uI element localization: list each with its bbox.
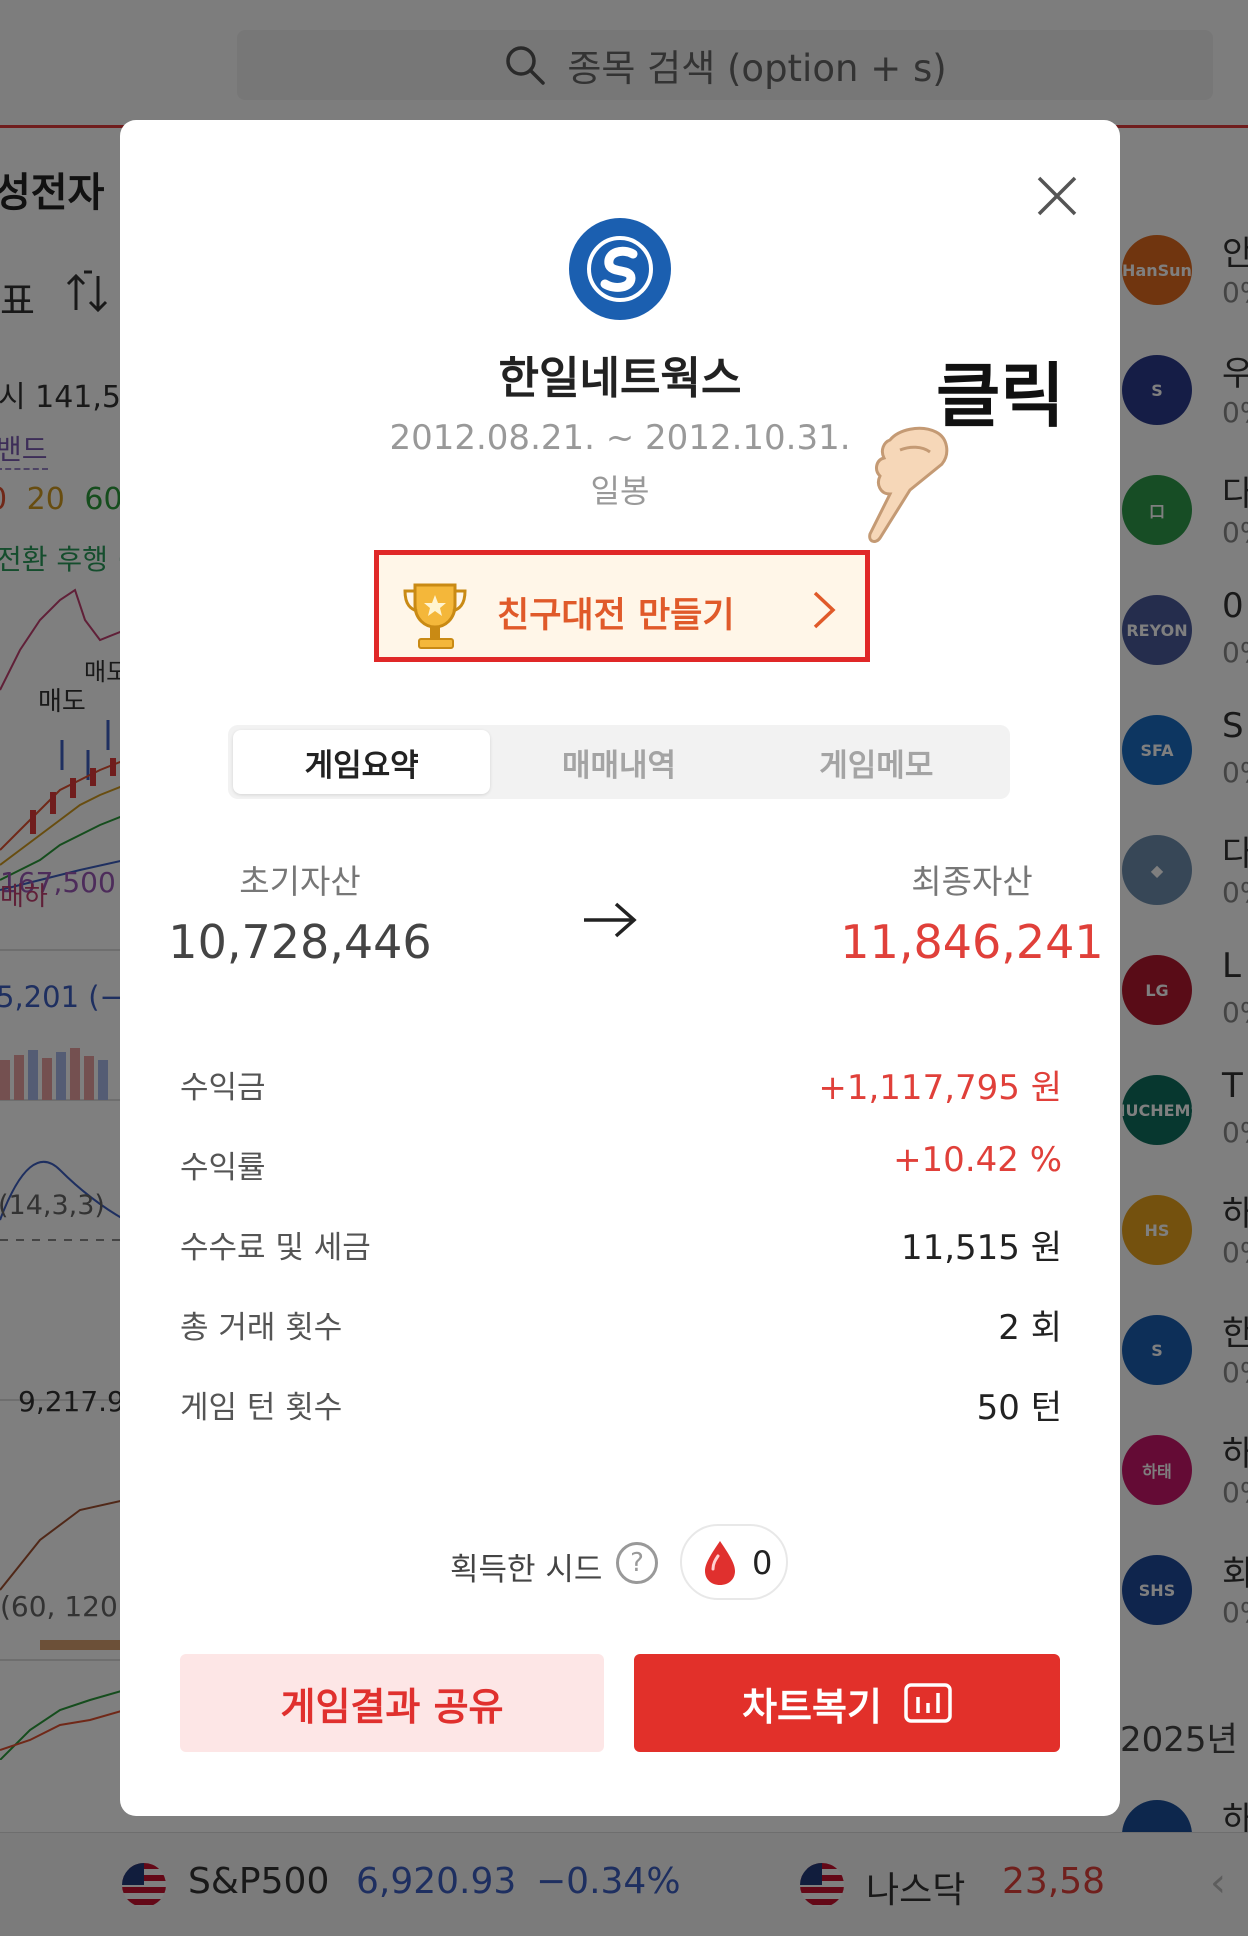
candle-type: 일봉: [590, 472, 650, 510]
friend-battle-label: 친구대전 만들기: [497, 596, 735, 636]
stat-value: +10.42 %: [893, 1140, 1062, 1180]
pointing-hand-icon: [868, 426, 949, 543]
stat-label: 수익금: [180, 1070, 266, 1106]
initial-asset-label: 초기자산: [239, 862, 361, 901]
final-asset-label: 최종자산: [911, 862, 1033, 901]
arrow-right-icon: [584, 902, 637, 938]
stat-profit: 수익금 +1,117,795 원: [180, 1050, 1062, 1130]
tab-game-summary[interactable]: 게임요약: [233, 730, 491, 794]
stat-trade-count: 총 거래 횟수 2 회: [180, 1290, 1062, 1370]
seed-count: 0: [752, 1544, 773, 1582]
final-asset: 최종자산 11,846,241: [792, 855, 1152, 969]
final-asset-value: 11,846,241: [840, 915, 1104, 969]
close-button[interactable]: [1025, 164, 1089, 228]
chart-review-button[interactable]: 차트복기: [634, 1654, 1060, 1752]
stat-label: 게임 턴 횟수: [180, 1390, 343, 1426]
result-stats: 수익금 +1,117,795 원 수익률 +10.42 % 수수료 및 세금 1…: [180, 1050, 1062, 1450]
seed-chip: 0: [680, 1524, 788, 1600]
trophy-icon: [403, 583, 467, 649]
seed-label: 획득한 시드: [450, 1552, 603, 1588]
stat-value: 11,515 원: [900, 1228, 1062, 1268]
chevron-right-icon: [813, 591, 836, 629]
initial-asset: 초기자산 10,728,446: [120, 855, 480, 969]
tab-game-memo[interactable]: 게임메모: [748, 730, 1005, 794]
result-tabs: 게임요약 매매내역 게임메모: [228, 725, 1010, 799]
close-icon: [1037, 176, 1077, 216]
game-result-modal: 한일네트웍스 2012.08.21. ~ 2012.10.31. 일봉 클릭 친…: [120, 120, 1120, 1816]
stat-fees-taxes: 수수료 및 세금 11,515 원: [180, 1210, 1062, 1290]
tab-trade-history[interactable]: 매매내역: [490, 730, 747, 794]
stat-turn-count: 게임 턴 횟수 50 턴: [180, 1370, 1062, 1450]
initial-asset-value: 10,728,446: [168, 915, 432, 969]
company-s-logo-icon: [587, 236, 653, 302]
help-icon[interactable]: ?: [616, 1542, 658, 1584]
stat-label: 총 거래 횟수: [180, 1310, 343, 1346]
seed-drop-icon: [705, 1541, 735, 1585]
stat-value: 2 회: [998, 1308, 1062, 1348]
chart-icon: [904, 1683, 952, 1723]
stat-label: 수수료 및 세금: [180, 1230, 371, 1266]
share-result-button[interactable]: 게임결과 공유: [180, 1654, 604, 1752]
create-friend-battle-button[interactable]: 친구대전 만들기: [374, 550, 870, 662]
company-logo: [569, 218, 671, 320]
stat-return-rate: 수익률 +10.42 %: [180, 1130, 1062, 1210]
stat-value: +1,117,795 원: [818, 1068, 1062, 1108]
stat-value: 50 턴: [976, 1388, 1062, 1428]
stat-label: 수익률: [180, 1150, 266, 1186]
earned-seed: 획득한 시드 ? 0: [120, 1524, 1120, 1600]
chart-review-label: 차트복기: [742, 1684, 882, 1729]
